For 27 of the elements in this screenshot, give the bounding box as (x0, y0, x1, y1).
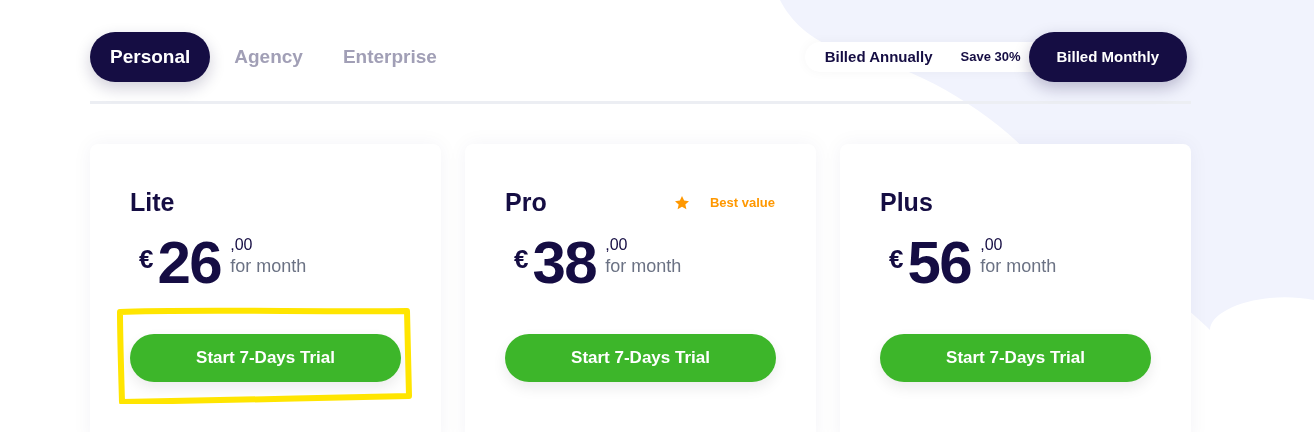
plan-name: Pro (505, 187, 547, 219)
billing-label: Billed Annually (824, 46, 933, 67)
start-trial-button[interactable]: Start 7-Days Trial (880, 334, 1151, 382)
discount-label: Save 30% (960, 48, 1021, 67)
currency-symbol: € (139, 246, 154, 272)
billing-toggle[interactable]: Billed Monthly (1028, 32, 1187, 82)
plan-tab[interactable]: Enterprise (326, 32, 453, 82)
billing-period: for month (605, 255, 682, 278)
plan-tab[interactable]: Agency (218, 32, 319, 82)
plan-name: Plus (880, 187, 933, 219)
plan-name: Lite (130, 187, 175, 219)
price-amount: 56 (907, 230, 972, 296)
price-cents: ,00 (980, 236, 1004, 254)
billing-period: for month (230, 255, 307, 278)
price-amount: 38 (532, 230, 597, 296)
price-cents: ,00 (230, 236, 254, 254)
star-icon (673, 195, 690, 211)
plan-tab[interactable]: Personal (90, 32, 211, 82)
start-trial-button[interactable]: Start 7-Days Trial (130, 334, 401, 382)
price-cents: ,00 (605, 236, 629, 254)
currency-symbol: € (889, 246, 904, 272)
price-amount: 26 (157, 230, 222, 296)
best-value-label: Best value (709, 194, 775, 213)
billing-toggle[interactable]: Billed Annually Save 30% (804, 42, 1033, 72)
currency-symbol: € (514, 246, 529, 272)
billing-period: for month (980, 255, 1057, 278)
start-trial-button[interactable]: Start 7-Days Trial (505, 334, 776, 382)
